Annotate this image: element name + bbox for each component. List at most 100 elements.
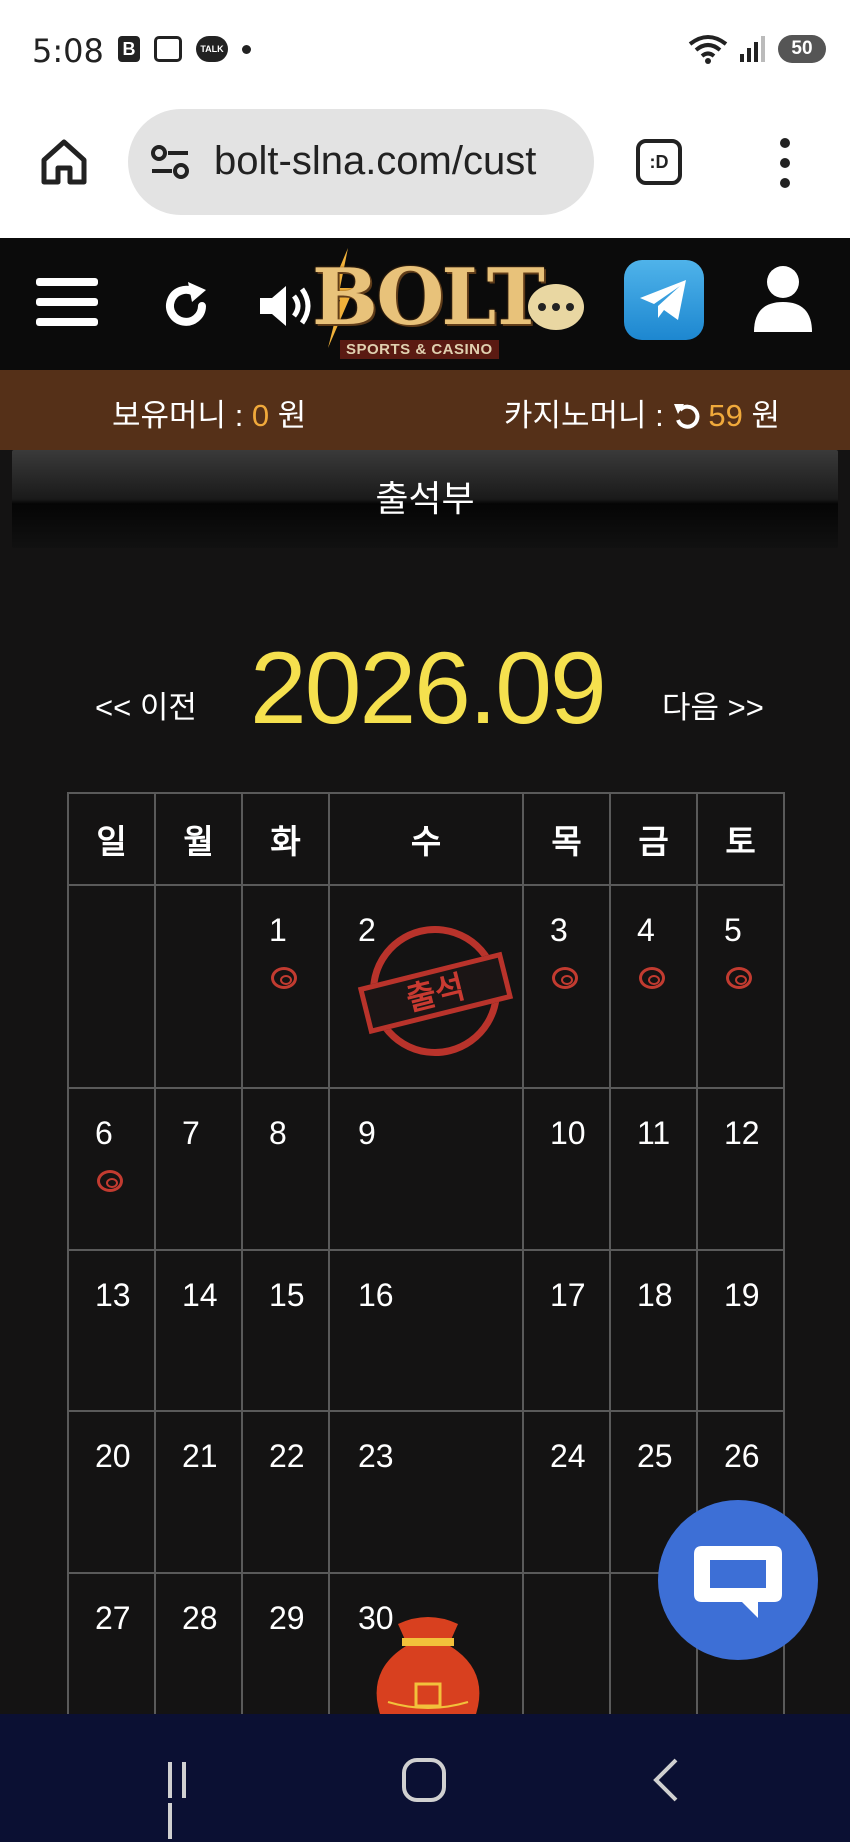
page-title-bar: 출석부 [12, 450, 838, 548]
casino-money-unit: 원 [742, 398, 780, 433]
day-cell: 29 [241, 1572, 330, 1736]
day-number: 21 [182, 1438, 218, 1474]
weekday-thu: 목 [522, 792, 611, 886]
day-cell: 5 [696, 884, 785, 1089]
day-number: 8 [269, 1115, 287, 1151]
coin-icon [552, 967, 578, 989]
day-number: 28 [182, 1600, 218, 1636]
day-cell: 21 [154, 1410, 243, 1574]
day-number: 29 [269, 1600, 305, 1636]
day-number: 14 [182, 1277, 218, 1313]
day-cell [522, 1572, 611, 1736]
calendar-week-1: 1 2 출석 3 4 5 [67, 884, 785, 1089]
tab-switcher-button[interactable]: :D [636, 139, 682, 185]
address-bar[interactable]: bolt-slna.com/cust [128, 109, 594, 215]
day-cell: 16 [328, 1249, 524, 1412]
day-number: 6 [95, 1115, 113, 1151]
lucky-bag-icon [376, 1617, 480, 1729]
logo-subtitle: SPORTS & CASINO [340, 340, 499, 359]
day-cell: 30 [328, 1572, 524, 1736]
weekday-tue: 화 [241, 792, 330, 886]
signal-icon [740, 36, 765, 62]
weekday-sun: 일 [67, 792, 156, 886]
money-bar: 보유머니 : 0 원 카지노머니 : 59 원 [0, 370, 850, 450]
status-notification-icons: B TALK [118, 36, 251, 62]
day-cell: 6 [67, 1087, 156, 1251]
more-menu-icon[interactable] [780, 138, 792, 188]
day-cell: 19 [696, 1249, 785, 1412]
browser-toolbar: bolt-slna.com/cust :D [0, 100, 850, 238]
day-number: 19 [724, 1277, 760, 1313]
back-icon[interactable] [650, 1758, 680, 1802]
coin-icon [271, 967, 297, 989]
weekday-mon: 월 [154, 792, 243, 886]
chat-icon [694, 1546, 782, 1618]
day-number: 2 [358, 912, 376, 948]
day-number: 25 [637, 1438, 673, 1474]
attendance-stamp-label: 출석 [357, 951, 514, 1035]
day-cell: 20 [67, 1410, 156, 1574]
status-bar: 5:08 B TALK 50 [0, 0, 850, 100]
day-cell: 7 [154, 1087, 243, 1251]
day-number: 24 [550, 1438, 586, 1474]
day-cell: 12 [696, 1087, 785, 1251]
home-icon[interactable] [38, 136, 90, 188]
balance-display: 보유머니 : 0 원 [112, 390, 306, 435]
day-cell: 11 [609, 1087, 698, 1251]
day-number: 22 [269, 1438, 305, 1474]
day-cell: 2 출석 [328, 884, 524, 1089]
coin-icon [726, 967, 752, 989]
day-number: 20 [95, 1438, 131, 1474]
day-number: 11 [637, 1115, 671, 1151]
day-number: 26 [724, 1438, 760, 1474]
more-notifications-dot-icon [242, 44, 251, 54]
day-cell: 3 [522, 884, 611, 1089]
reload-icon[interactable] [672, 400, 702, 430]
b-app-icon: B [118, 36, 140, 62]
balance-label: 보유머니 : [112, 398, 252, 433]
page-title: 출석부 [375, 478, 475, 519]
day-number: 10 [550, 1115, 586, 1151]
casino-money-value: 59 [708, 398, 743, 433]
weekday-sat: 토 [696, 792, 785, 886]
site-header: BOLT SPORTS & CASINO [0, 238, 850, 370]
battery-icon: 50 [778, 35, 826, 63]
casino-money-display: 카지노머니 : 59 원 [504, 390, 780, 435]
calendar-week-3: 13 14 15 16 17 18 19 [67, 1249, 785, 1412]
day-cell: 24 [522, 1410, 611, 1574]
next-month-button[interactable]: 다음 >> [662, 682, 764, 727]
message-icon[interactable] [528, 284, 584, 330]
day-cell: 22 [241, 1410, 330, 1574]
telegram-icon[interactable] [624, 260, 704, 340]
day-cell: 13 [67, 1249, 156, 1412]
url-text[interactable]: bolt-slna.com/cust [214, 139, 536, 184]
site-logo[interactable]: BOLT SPORTS & CASINO [300, 248, 545, 360]
refresh-icon[interactable] [158, 278, 214, 334]
site-settings-icon[interactable] [150, 144, 190, 180]
attendance-stamp: 출석 [356, 912, 514, 1070]
prev-month-button[interactable]: << 이전 [95, 682, 197, 727]
kakaotalk-icon: TALK [196, 36, 228, 62]
day-number: 9 [358, 1115, 376, 1151]
balance-unit: 원 [269, 398, 307, 433]
day-cell [154, 884, 243, 1089]
balance-value: 0 [251, 398, 270, 433]
day-cell: 27 [67, 1572, 156, 1736]
day-cell: 4 [609, 884, 698, 1089]
day-number: 17 [550, 1277, 586, 1313]
screenshot-icon [154, 36, 182, 62]
recent-apps-icon[interactable] [168, 1762, 208, 1839]
day-cell: 17 [522, 1249, 611, 1412]
weekday-wed: 수 [328, 792, 524, 886]
system-navigation-bar [0, 1714, 850, 1842]
day-cell: 18 [609, 1249, 698, 1412]
day-number: 15 [269, 1277, 305, 1313]
day-number: 1 [269, 912, 287, 948]
live-chat-button[interactable] [658, 1500, 818, 1660]
month-navigation: << 이전 2026.09 다음 >> [0, 620, 850, 745]
user-icon[interactable] [752, 264, 814, 334]
wifi-icon [688, 35, 728, 64]
menu-icon[interactable] [36, 278, 98, 330]
coin-icon [639, 967, 665, 989]
nav-home-icon[interactable] [402, 1758, 446, 1802]
